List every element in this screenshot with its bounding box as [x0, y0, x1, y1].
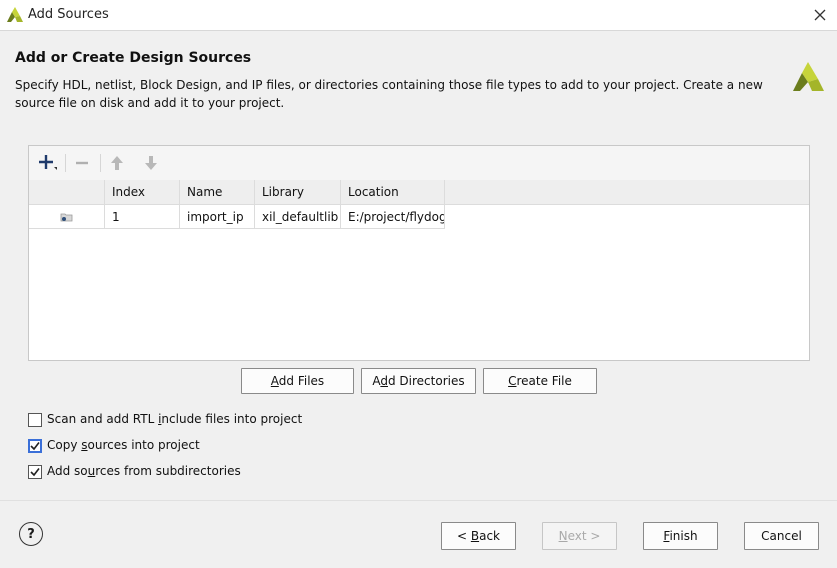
title-bar: Add Sources [0, 0, 837, 31]
close-icon [814, 9, 826, 21]
finish-button[interactable]: Finish [643, 522, 718, 550]
row-location: E:/project/flydog [341, 205, 445, 229]
page-description: Specify HDL, netlist, Block Design, and … [15, 78, 763, 110]
next-label: Next > [558, 529, 601, 543]
back-button[interactable]: < Back [441, 522, 516, 550]
next-button[interactable]: Next > [542, 522, 617, 550]
table-row[interactable]: 1 import_ip xil_defaultlib E:/project/fl… [29, 205, 809, 229]
move-down-button[interactable] [139, 151, 163, 175]
cancel-button[interactable]: Cancel [744, 522, 819, 550]
add-files-button[interactable]: Add Files [241, 368, 354, 394]
checkmark-icon [30, 442, 40, 451]
vivado-brand-logo-icon [793, 62, 824, 91]
minus-icon [76, 161, 88, 165]
copy-sources-checkbox[interactable] [28, 439, 42, 453]
arrow-up-icon [111, 156, 123, 170]
add-directories-button[interactable]: Add Directories [361, 368, 476, 394]
arrow-down-icon [145, 156, 157, 170]
row-name: import_ip [180, 205, 255, 229]
table-header: Index Name Library Location [29, 180, 809, 205]
column-header-index[interactable]: Index [105, 180, 180, 204]
move-up-button[interactable] [105, 151, 129, 175]
page-title: Add or Create Design Sources [15, 50, 252, 66]
row-library: xil_defaultlib [255, 205, 341, 229]
add-files-label: Add Files [270, 374, 325, 388]
page-header: Add or Create Design Sources Specify HDL… [0, 31, 837, 121]
close-button[interactable] [809, 4, 831, 26]
help-icon: ? [27, 526, 35, 542]
cancel-label: Cancel [761, 529, 802, 543]
ip-folder-icon [60, 213, 72, 221]
remove-source-button[interactable] [70, 151, 94, 175]
toolbar-divider [65, 154, 66, 172]
sources-toolbar [29, 146, 809, 181]
checkmark-icon [30, 468, 40, 477]
scan-rtl-label[interactable]: Scan and add RTL include files into proj… [47, 412, 302, 426]
create-file-label: Create File [508, 374, 572, 388]
toolbar-divider [100, 154, 101, 172]
row-index: 1 [105, 205, 180, 229]
plus-icon [39, 155, 57, 170]
copy-sources-label[interactable]: Copy sources into project [47, 438, 200, 452]
sources-panel: Index Name Library Location 1 import_ip … [28, 145, 810, 361]
add-subdirs-checkbox[interactable] [28, 465, 42, 479]
row-icon-cell [29, 205, 105, 229]
column-header-location[interactable]: Location [341, 180, 445, 204]
vivado-logo-icon [7, 7, 23, 22]
scan-rtl-checkbox[interactable] [28, 413, 42, 427]
window-title: Add Sources [28, 7, 109, 22]
help-button[interactable]: ? [19, 522, 43, 546]
add-directories-label: Add Directories [372, 374, 465, 388]
finish-label: Finish [663, 529, 698, 543]
column-header-icon [29, 180, 105, 204]
create-file-button[interactable]: Create File [483, 368, 597, 394]
add-subdirs-label[interactable]: Add sources from subdirectories [47, 464, 241, 478]
column-header-name[interactable]: Name [180, 180, 255, 204]
add-source-button[interactable] [35, 151, 59, 175]
column-header-library[interactable]: Library [255, 180, 341, 204]
back-label: < Back [456, 529, 500, 543]
